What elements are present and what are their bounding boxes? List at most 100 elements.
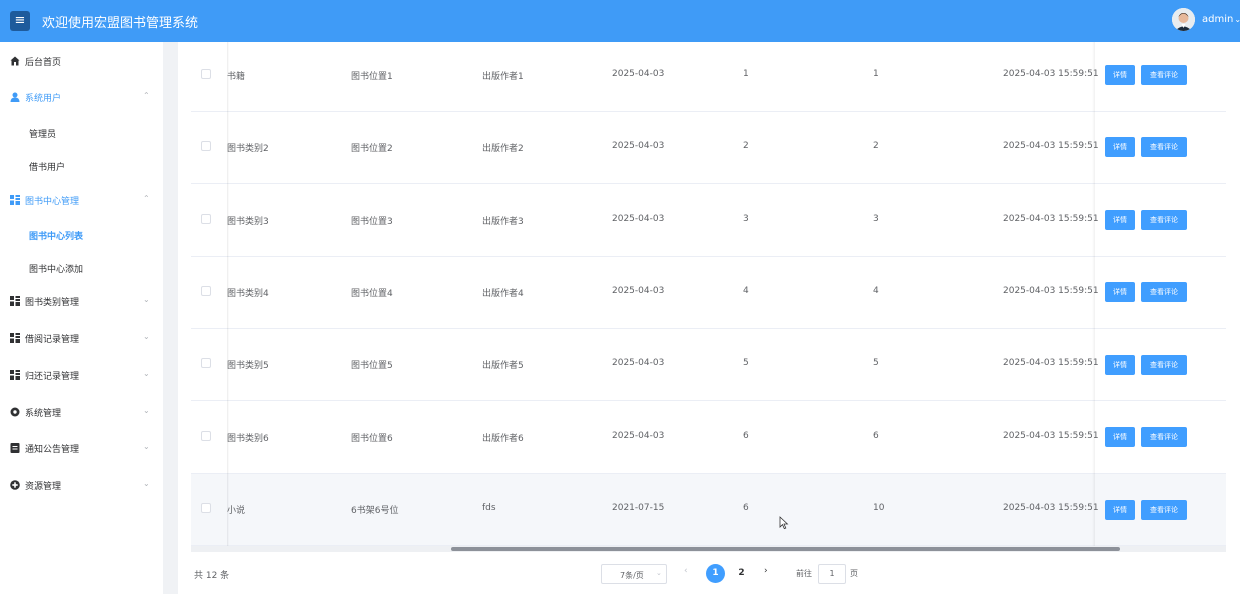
cell-location: 图书位置1 (351, 72, 393, 82)
cell-category: 小说 (227, 506, 246, 516)
cell-count-a: 2 (743, 141, 749, 151)
cell-count-b: 1 (873, 69, 879, 79)
prev-page-button[interactable]: ‹ (684, 566, 688, 576)
table-row[interactable]: 图书类别6 图书位置6 出版作者6 2025-04-03 6 6 2025-04… (191, 402, 1226, 474)
detail-button[interactable]: 详情 (1105, 65, 1135, 85)
fixed-column-divider (227, 42, 229, 547)
table-row[interactable]: 图书类别5 图书位置5 出版作者5 2025-04-03 5 5 2025-04… (191, 329, 1226, 401)
row-checkbox[interactable] (201, 214, 211, 224)
row-checkbox[interactable] (201, 503, 211, 513)
sidebar-item-label: 借阅记录管理 (25, 335, 80, 345)
sidebar-item-book-category[interactable]: 图书类别管理 ⌄ (0, 286, 163, 316)
chevron-down-icon: ⌄ (1234, 15, 1240, 24)
view-reviews-button[interactable]: 查看评论 (1141, 282, 1187, 302)
sidebar-item-notices[interactable]: 通知公告管理 ⌄ (0, 433, 163, 463)
cell-category: 图书类别5 (227, 361, 269, 371)
cell-date: 2025-04-03 (612, 141, 665, 151)
table-row[interactable]: 书籍 图书位置1 出版作者1 2025-04-03 1 1 2025-04-03… (191, 42, 1226, 112)
cell-author: 出版作者6 (482, 434, 524, 444)
avatar[interactable] (1172, 8, 1195, 31)
row-checkbox[interactable] (201, 358, 211, 368)
scrollbar-thumb[interactable] (451, 547, 1120, 551)
sidebar-subitem-borrowers[interactable]: 借书用户 (0, 151, 163, 181)
sidebar-item-label: 系统用户 (25, 94, 62, 104)
view-reviews-button[interactable]: 查看评论 (1141, 137, 1187, 157)
cell-created: 2025-04-03 15:59:51 (1003, 431, 1099, 441)
goto-label: 前往 (796, 569, 812, 578)
detail-button[interactable]: 详情 (1105, 355, 1135, 375)
sidebar-item-label: 图书中心列表 (29, 232, 84, 242)
page-2-button[interactable]: 2 (732, 564, 751, 583)
cell-category: 图书类别6 (227, 434, 269, 444)
table-row[interactable]: 图书类别2 图书位置2 出版作者2 2025-04-03 2 2 2025-04… (191, 112, 1226, 184)
app-title: 欢迎使用宏盟图书管理系统 (42, 16, 199, 31)
sidebar-item-resources[interactable]: 资源管理 ⌄ (0, 470, 163, 500)
next-page-button[interactable]: › (764, 566, 768, 576)
view-reviews-button[interactable]: 查看评论 (1141, 65, 1187, 85)
sidebar-item-return-records[interactable]: 归还记录管理 ⌄ (0, 360, 163, 390)
cell-count-a: 4 (743, 286, 749, 296)
page-1-button[interactable]: 1 (706, 564, 725, 583)
chevron-up-icon: ⌃ (143, 91, 150, 100)
sidebar-item-book-center[interactable]: 图书中心管理 ⌃ (0, 185, 163, 215)
sidebar-item-system-settings[interactable]: 系统管理 ⌄ (0, 397, 163, 427)
cell-count-a: 3 (743, 214, 749, 224)
page-size-select[interactable]: 7条/页 ⌄ (601, 564, 667, 584)
sidebar-item-home[interactable]: 后台首页 (0, 46, 163, 76)
sidebar: 后台首页 系统用户 ⌃ 管理员 借书用户 图书中心管理 ⌃ 图书中心列表 图书中… (0, 42, 163, 594)
cell-category: 图书类别2 (227, 144, 269, 154)
sidebar-item-label: 图书类别管理 (25, 298, 80, 308)
cell-date: 2025-04-03 (612, 286, 665, 296)
home-icon (10, 56, 20, 66)
sidebar-subitem-book-add[interactable]: 图书中心添加 (0, 253, 163, 283)
cell-count-a: 6 (743, 431, 749, 441)
mouse-cursor-icon (779, 516, 789, 530)
plus-circle-icon (10, 480, 20, 490)
right-gutter (1226, 42, 1240, 594)
sidebar-item-label: 后台首页 (25, 58, 62, 68)
chevron-down-icon: ⌄ (143, 369, 150, 378)
row-checkbox[interactable] (201, 69, 211, 79)
cell-date: 2025-04-03 (612, 214, 665, 224)
sidebar-subitem-admin[interactable]: 管理员 (0, 118, 163, 148)
detail-button[interactable]: 详情 (1105, 210, 1135, 230)
top-header: ≡ 欢迎使用宏盟图书管理系统 admin⌄ (0, 0, 1240, 42)
horizontal-scrollbar[interactable] (191, 546, 1226, 552)
table-row[interactable]: 图书类别3 图书位置3 出版作者3 2025-04-03 3 3 2025-04… (191, 185, 1226, 257)
sidebar-item-system-users[interactable]: 系统用户 ⌃ (0, 82, 163, 112)
cell-category: 书籍 (227, 72, 246, 82)
cell-count-b: 10 (873, 503, 885, 513)
cell-location: 图书位置5 (351, 361, 393, 371)
sidebar-item-borrow-records[interactable]: 借阅记录管理 ⌄ (0, 323, 163, 353)
user-menu[interactable]: admin⌄ (1202, 14, 1240, 25)
detail-button[interactable]: 详情 (1105, 137, 1135, 157)
detail-button[interactable]: 详情 (1105, 282, 1135, 302)
view-reviews-button[interactable]: 查看评论 (1141, 500, 1187, 520)
cell-count-a: 6 (743, 503, 749, 513)
view-reviews-button[interactable]: 查看评论 (1141, 210, 1187, 230)
sidebar-item-label: 借书用户 (29, 163, 66, 173)
table-row[interactable]: 图书类别4 图书位置4 出版作者4 2025-04-03 4 4 2025-04… (191, 257, 1226, 329)
cell-count-b: 4 (873, 286, 879, 296)
cell-count-b: 2 (873, 141, 879, 151)
total-count: 共 12 条 (194, 571, 230, 581)
gear-icon (10, 407, 20, 417)
cell-category: 图书类别4 (227, 289, 269, 299)
hamburger-icon[interactable]: ≡ (10, 11, 30, 31)
row-checkbox[interactable] (201, 141, 211, 151)
goto-page-input[interactable]: 1 (818, 564, 846, 584)
sidebar-subitem-book-list[interactable]: 图书中心列表 (0, 220, 163, 250)
table-row[interactable]: 小说 6书架6号位 fds 2021-07-15 6 10 2025-04-03… (191, 474, 1226, 546)
cell-created: 2025-04-03 15:59:51 (1003, 141, 1099, 151)
detail-button[interactable]: 详情 (1105, 427, 1135, 447)
row-checkbox[interactable] (201, 286, 211, 296)
row-checkbox[interactable] (201, 431, 211, 441)
cell-date: 2025-04-03 (612, 431, 665, 441)
detail-button[interactable]: 详情 (1105, 500, 1135, 520)
cell-location: 6书架6号位 (351, 506, 399, 516)
cell-created: 2025-04-03 15:59:51 (1003, 69, 1099, 79)
view-reviews-button[interactable]: 查看评论 (1141, 355, 1187, 375)
chevron-up-icon: ⌃ (143, 194, 150, 203)
user-icon (10, 92, 20, 102)
view-reviews-button[interactable]: 查看评论 (1141, 427, 1187, 447)
